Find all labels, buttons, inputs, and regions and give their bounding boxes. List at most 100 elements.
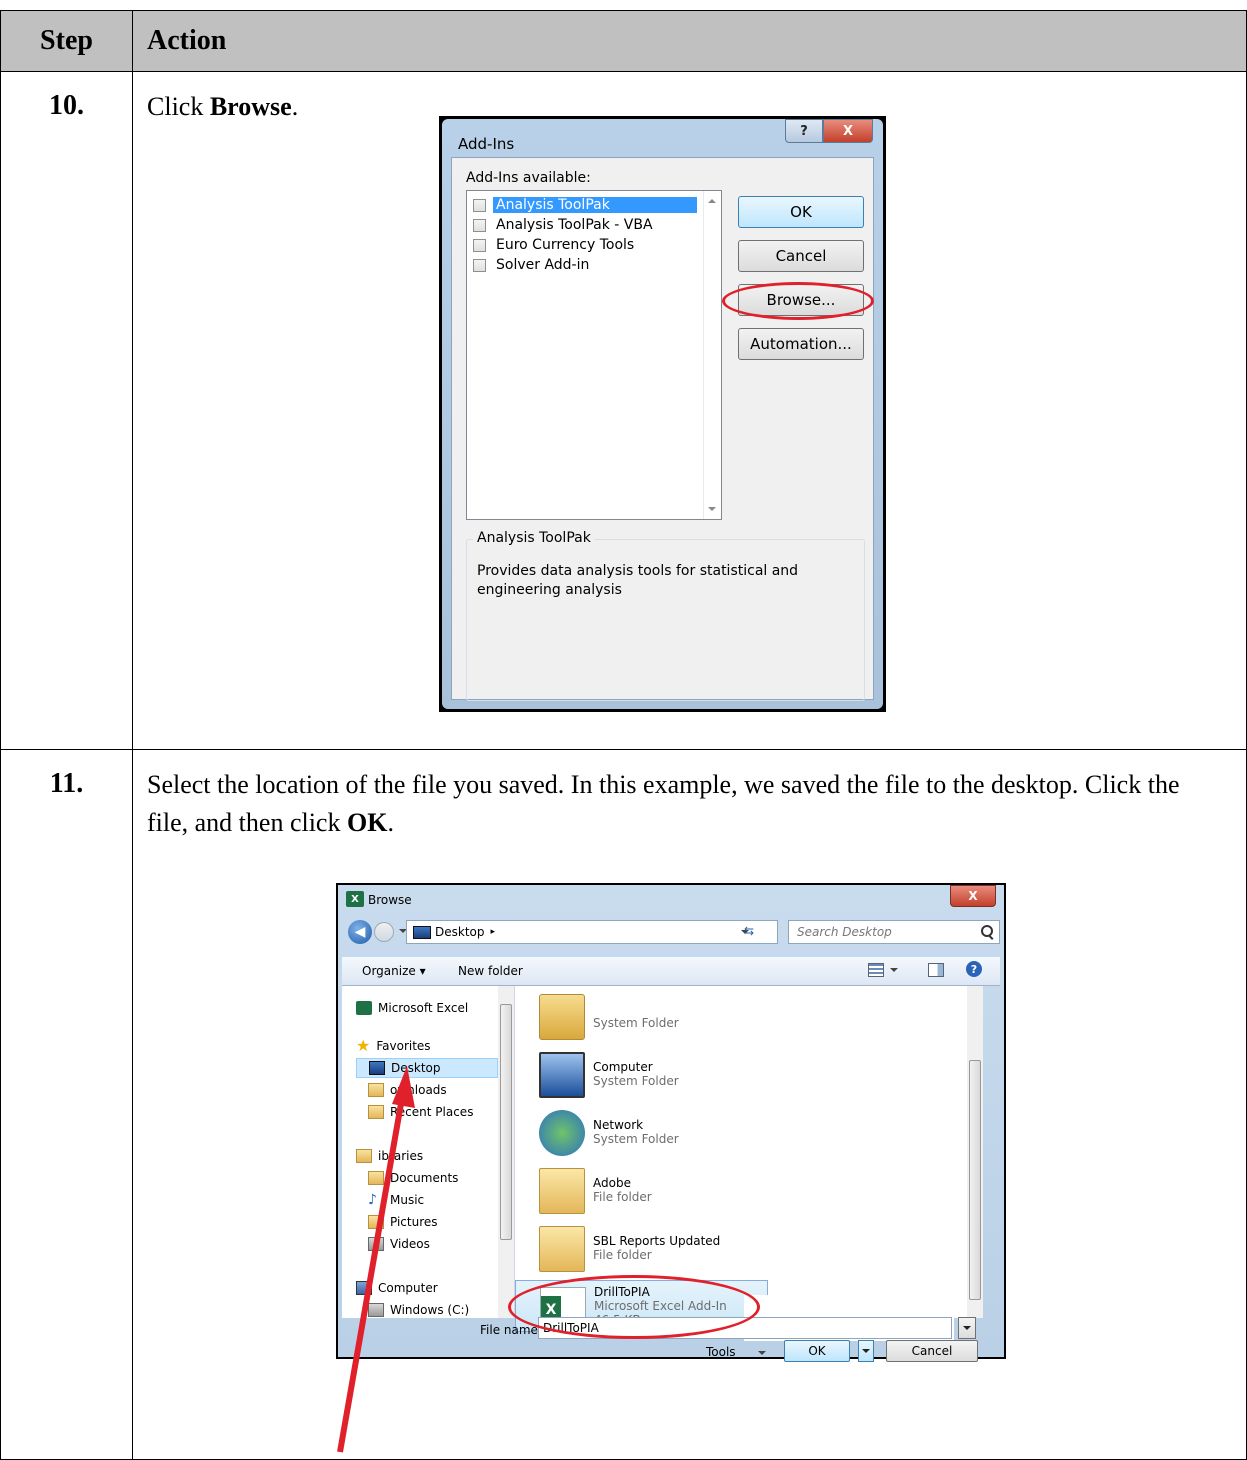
- header-action: Action: [132, 10, 1247, 72]
- nav-item-label: Desktop: [391, 1061, 441, 1075]
- excel-icon: [356, 1001, 372, 1015]
- dialog-title: Browse: [368, 893, 412, 907]
- search-input[interactable]: Search Desktop: [788, 920, 1000, 944]
- videos-icon: [368, 1237, 384, 1251]
- scroll-down-icon[interactable]: [708, 507, 716, 511]
- nav-item-videos[interactable]: Videos: [368, 1234, 430, 1254]
- file-item[interactable]: Computer System Folder: [515, 1048, 970, 1104]
- pictures-icon: [368, 1215, 384, 1229]
- libraries-icon: [356, 1149, 372, 1163]
- recent-places-icon: [368, 1105, 384, 1119]
- views-icon[interactable]: [868, 963, 884, 977]
- forward-arrow-icon[interactable]: [374, 922, 394, 942]
- help-icon[interactable]: ?: [966, 961, 982, 977]
- refresh-icon[interactable]: ⇆: [744, 924, 754, 939]
- instruction-part: .: [291, 92, 299, 121]
- preview-pane-icon[interactable]: [928, 963, 944, 977]
- nav-item-label: Documents: [390, 1171, 459, 1185]
- list-item-label: Euro Currency Tools: [496, 237, 635, 253]
- automation-button[interactable]: Automation...: [738, 328, 864, 360]
- file-type-dropdown[interactable]: [958, 1317, 976, 1339]
- documents-icon: [368, 1171, 384, 1185]
- nav-item-label: Favorites: [376, 1039, 431, 1053]
- nav-item-microsoft-excel[interactable]: Microsoft Excel: [356, 998, 468, 1018]
- folder-icon: [539, 1168, 585, 1214]
- list-item[interactable]: Analysis ToolPak - VBA: [473, 215, 656, 235]
- nav-item-pictures[interactable]: Pictures: [368, 1212, 438, 1232]
- nav-item-downloads[interactable]: ownloads: [368, 1080, 447, 1100]
- cancel-button[interactable]: Cancel: [886, 1340, 978, 1362]
- address-text: Desktop: [435, 925, 485, 939]
- file-type: File folder: [593, 1190, 652, 1204]
- scroll-thumb[interactable]: [500, 1004, 512, 1240]
- addins-available-label: Add-Ins available:: [466, 170, 591, 186]
- toolbar: Organize ▾ New folder ?: [342, 957, 1000, 986]
- file-item[interactable]: Network System Folder: [515, 1106, 970, 1162]
- step-number: 11.: [0, 749, 133, 1460]
- user-folder-icon: [539, 994, 585, 1040]
- file-item[interactable]: SBL Reports Updated File folder: [515, 1222, 970, 1278]
- close-button[interactable]: X: [823, 119, 873, 143]
- nav-item-label: Music: [390, 1193, 425, 1207]
- computer-icon: [539, 1052, 585, 1098]
- nav-item-label: Windows (C:): [390, 1303, 470, 1317]
- list-item[interactable]: Analysis ToolPak: [473, 195, 697, 215]
- description-group: Analysis ToolPak Provides data analysis …: [466, 530, 865, 701]
- instruction-part: Click: [147, 92, 210, 121]
- instruction-bold: OK: [346, 808, 388, 837]
- back-arrow-icon[interactable]: ◀: [348, 920, 372, 944]
- ok-dropdown-button[interactable]: [858, 1340, 874, 1362]
- checkbox[interactable]: [473, 218, 486, 232]
- list-scrollbar[interactable]: [703, 191, 721, 519]
- ok-button[interactable]: OK: [784, 1340, 850, 1362]
- navigation-pane: Microsoft Excel ★ Favorites Desktop ownlo…: [342, 986, 515, 1318]
- views-dropdown-icon[interactable]: [890, 968, 898, 972]
- highlight-ellipse: [722, 282, 874, 320]
- file-scrollbar[interactable]: [967, 986, 983, 1318]
- addins-list[interactable]: Analysis ToolPak Analysis ToolPak - VBA …: [466, 190, 722, 520]
- nav-item-label: ibraries: [378, 1149, 424, 1163]
- file-name: Computer: [593, 1060, 653, 1074]
- nav-item-libraries[interactable]: ibraries: [356, 1146, 423, 1166]
- search-icon[interactable]: [981, 925, 993, 937]
- nav-item-favorites[interactable]: ★ Favorites: [356, 1036, 431, 1056]
- nav-item-desktop[interactable]: Desktop: [356, 1058, 498, 1078]
- list-item[interactable]: Euro Currency Tools: [473, 235, 637, 255]
- list-item[interactable]: Solver Add-in: [473, 255, 592, 275]
- nav-item-computer[interactable]: Computer: [356, 1278, 438, 1298]
- scroll-thumb[interactable]: [969, 1060, 981, 1300]
- star-icon: ★: [356, 1036, 371, 1055]
- list-item-label: Analysis ToolPak: [493, 197, 697, 213]
- close-button[interactable]: X: [950, 885, 996, 907]
- file-list: System Folder Computer System Folder Net…: [515, 986, 983, 1333]
- address-bar[interactable]: Desktop ▸: [406, 920, 778, 944]
- nav-item-windows-c[interactable]: Windows (C:): [368, 1300, 469, 1320]
- checkbox[interactable]: [473, 238, 486, 252]
- nav-item-recent-places[interactable]: Recent Places: [368, 1102, 473, 1122]
- help-button[interactable]: ?: [785, 119, 823, 143]
- scroll-up-icon[interactable]: [708, 199, 716, 203]
- file-type: System Folder: [593, 1132, 679, 1146]
- description-text: Provides data analysis tools for statist…: [477, 563, 799, 598]
- network-icon: [539, 1110, 585, 1156]
- nav-scrollbar[interactable]: [498, 986, 514, 1318]
- ok-button[interactable]: OK: [738, 196, 864, 228]
- nav-item-music[interactable]: ♪ Music: [368, 1190, 424, 1210]
- checkbox[interactable]: [473, 198, 486, 212]
- file-name: SBL Reports Updated: [593, 1234, 721, 1248]
- addins-dialog: Add-Ins ? X Add-Ins available: Analysis …: [439, 116, 886, 712]
- chevron-right-icon[interactable]: ▸: [491, 927, 496, 937]
- organize-button[interactable]: Organize ▾: [362, 964, 426, 978]
- tools-dropdown-icon[interactable]: [758, 1351, 766, 1355]
- dialog-title: Add-Ins: [458, 135, 515, 153]
- file-item[interactable]: System Folder: [515, 990, 970, 1046]
- cancel-button[interactable]: Cancel: [738, 240, 864, 272]
- nav-item-documents[interactable]: Documents: [368, 1168, 458, 1188]
- description-title: Analysis ToolPak: [473, 530, 595, 546]
- file-item[interactable]: Adobe File folder: [515, 1164, 970, 1220]
- new-folder-button[interactable]: New folder: [458, 964, 523, 978]
- checkbox[interactable]: [473, 258, 486, 272]
- tools-button[interactable]: Tools: [706, 1345, 736, 1359]
- nav-item-label: Recent Places: [390, 1105, 474, 1119]
- highlight-ellipse: [508, 1275, 760, 1339]
